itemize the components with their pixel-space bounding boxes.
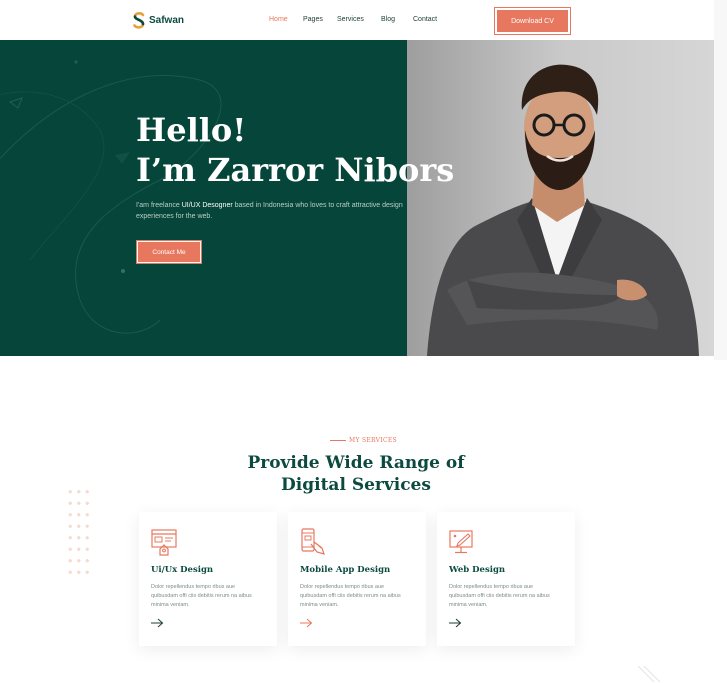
hero-heading: Hello! I’m Zarror Nibors	[136, 110, 454, 190]
arrow-right-icon[interactable]	[150, 618, 164, 628]
card-title: Web Design	[449, 565, 506, 575]
page-edge	[714, 0, 727, 360]
hero-section	[0, 40, 407, 356]
card-description: Dolor repellendus tempo ribus aue quibus…	[151, 584, 252, 608]
eyebrow-arrow-icon	[330, 440, 347, 441]
nav-blog[interactable]: Blog	[381, 16, 395, 23]
hero-greeting: Hello!	[136, 111, 247, 149]
card-description: Dolor repellendus tempo ribus aue quibus…	[449, 584, 550, 608]
services-title: Provide Wide Range of Digital Services	[0, 452, 712, 496]
hero-subtitle-role: UI/UX Desogner	[181, 202, 233, 209]
web-design-icon	[151, 529, 177, 556]
card-description: Dolor repellendus tempo ribus aue quibus…	[300, 584, 401, 608]
hero-name: I’m Zarror Nibors	[136, 151, 455, 189]
dots-decoration	[66, 486, 94, 578]
hero-subtitle-pre: I'am freelance	[136, 202, 182, 209]
services-eyebrow-text: MY SERVICES	[349, 437, 397, 444]
hero-subtitle: I'am freelance UI/UX Desogner based in I…	[136, 200, 406, 222]
hero-photo	[407, 40, 714, 356]
services-title-line1: Provide Wide Range of	[247, 453, 465, 473]
logo-s-icon	[133, 12, 145, 29]
monitor-design-icon	[449, 530, 473, 554]
nav-home[interactable]: Home	[269, 16, 288, 23]
nav-pages[interactable]: Pages	[303, 16, 323, 23]
nav-services[interactable]: Services	[337, 16, 364, 23]
hero-decoration	[0, 60, 222, 334]
service-card-mobile: Mobile App Design Dolor repellendus temp…	[288, 512, 426, 646]
corner-decoration	[637, 665, 661, 683]
arrow-right-icon[interactable]	[299, 618, 313, 628]
site-header: Safwan Home Pages Services Blog Contact …	[0, 0, 714, 40]
nav-contact[interactable]: Contact	[413, 16, 437, 23]
services-eyebrow: MY SERVICES	[0, 437, 727, 444]
logo[interactable]: Safwan	[133, 12, 184, 29]
arrow-right-icon[interactable]	[448, 618, 462, 628]
contact-me-button[interactable]: Contact Me	[136, 240, 202, 264]
card-title: Ui/Ux Design	[151, 565, 214, 575]
logo-text: Safwan	[149, 15, 185, 26]
services-title-line2: Digital Services	[281, 475, 431, 495]
portrait-image	[407, 40, 714, 356]
service-card-web: Web Design Dolor repellendus tempo ribus…	[437, 512, 575, 646]
download-cv-button[interactable]: Download CV	[494, 7, 571, 35]
card-title: Mobile App Design	[300, 565, 391, 575]
mobile-design-icon	[301, 528, 325, 555]
service-card-uiux: Ui/Ux Design Dolor repellendus tempo rib…	[139, 512, 277, 646]
